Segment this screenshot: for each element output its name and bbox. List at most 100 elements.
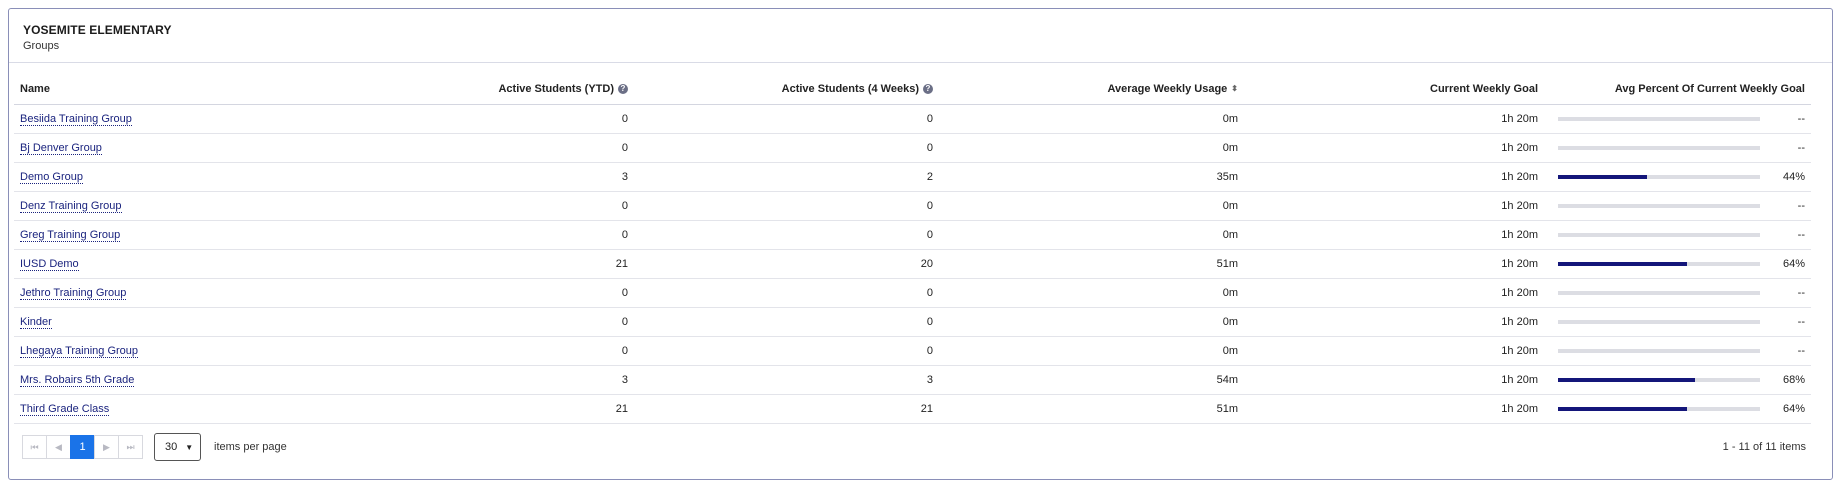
table-row: Lhegaya Training Group 0 0 0m 1h 20m -- [14,336,1811,366]
avg-pct-value: -- [1797,142,1805,154]
progress-bar-track [1558,320,1760,324]
table-row: Denz Training Group 0 0 0m 1h 20m -- [14,191,1811,221]
table-header-row: Name Active Students (YTD)? Active Stude… [14,74,1811,105]
table-row: Mrs. Robairs 5th Grade 3 3 54m 1h 20m 68% [14,365,1811,395]
progress-bar-fill [1558,378,1696,382]
group-name-link[interactable]: Demo Group [20,171,83,184]
group-name-cell: IUSD Demo [14,249,314,279]
active-4wk-cell: 2 [634,162,939,192]
avg-pct-cell: -- [1544,278,1811,308]
avg-usage-cell: 0m [939,278,1244,308]
goal-cell: 1h 20m [1244,220,1544,250]
page-1-button[interactable]: 1 [70,435,95,459]
group-name-cell: Mrs. Robairs 5th Grade [14,365,314,395]
progress-bar-track [1558,204,1760,208]
progress-bar-fill [1558,407,1688,411]
avg-pct-value: 44% [1782,171,1805,183]
col-header-avg-usage[interactable]: Average Weekly Usage ⬍ [939,74,1244,105]
group-name-cell: Besiida Training Group [14,104,314,134]
avg-usage-cell: 51m [939,394,1244,424]
pagination: ⏮ ◀ 1 ▶ ⏭ 30 ▼ items per page [22,433,287,461]
progress-bar-track [1558,233,1760,237]
col-header-active-4wk[interactable]: Active Students (4 Weeks)? [634,74,939,105]
col-header-avg-pct[interactable]: Avg Percent Of Current Weekly Goal [1544,74,1811,105]
active-ytd-cell: 0 [314,104,634,134]
table-row: Jethro Training Group 0 0 0m 1h 20m -- [14,278,1811,308]
next-page-button[interactable]: ▶ [94,435,119,459]
avg-pct-value: -- [1797,287,1805,299]
group-name-link[interactable]: Jethro Training Group [20,287,127,300]
table-row: Greg Training Group 0 0 0m 1h 20m -- [14,220,1811,250]
progress-bar-track [1558,291,1760,295]
question-circle-icon[interactable]: ? [923,84,933,94]
table-row: Besiida Training Group 0 0 0m 1h 20m -- [14,104,1811,134]
active-ytd-cell: 0 [314,278,634,308]
group-name-cell: Kinder [14,307,314,337]
active-ytd-cell: 3 [314,162,634,192]
group-name-cell: Third Grade Class [14,394,314,424]
group-name-link[interactable]: Denz Training Group [20,200,122,213]
goal-cell: 1h 20m [1244,162,1544,192]
group-name-cell: Denz Training Group [14,191,314,221]
table-row: Demo Group 3 2 35m 1h 20m 44% [14,162,1811,192]
table-row: Third Grade Class 21 21 51m 1h 20m 64% [14,394,1811,424]
first-page-button[interactable]: ⏮ [22,435,47,459]
group-name-cell: Greg Training Group [14,220,314,250]
avg-pct-value: -- [1797,316,1805,328]
active-ytd-cell: 21 [314,249,634,279]
question-circle-icon[interactable]: ? [618,84,628,94]
avg-usage-cell: 0m [939,191,1244,221]
sort-icon[interactable]: ⬍ [1231,84,1238,93]
goal-cell: 1h 20m [1244,191,1544,221]
table-row: IUSD Demo 21 20 51m 1h 20m 64% [14,249,1811,279]
avg-pct-cell: 68% [1544,365,1811,395]
goal-cell: 1h 20m [1244,307,1544,337]
active-4wk-cell: 0 [634,104,939,134]
avg-usage-cell: 35m [939,162,1244,192]
goal-cell: 1h 20m [1244,394,1544,424]
col-header-name[interactable]: Name [14,74,314,105]
avg-pct-cell: 44% [1544,162,1811,192]
group-name-cell: Bj Denver Group [14,133,314,163]
group-name-link[interactable]: Greg Training Group [20,229,121,242]
avg-pct-value: -- [1797,345,1805,357]
col-header-goal[interactable]: Current Weekly Goal [1244,74,1544,105]
progress-bar-track [1558,175,1760,179]
group-name-link[interactable]: Lhegaya Training Group [20,345,139,358]
col-header-active-ytd[interactable]: Active Students (YTD)? [314,74,634,105]
card-header: YOSEMITE ELEMENTARY Groups [9,9,1832,63]
group-name-link[interactable]: Kinder [20,316,52,329]
school-name: YOSEMITE ELEMENTARY [23,23,172,37]
active-4wk-cell: 0 [634,133,939,163]
avg-usage-cell: 0m [939,133,1244,163]
goal-cell: 1h 20m [1244,104,1544,134]
items-per-page-value: 30 [165,441,178,453]
table-body: Besiida Training Group 0 0 0m 1h 20m -- Bj Den… [14,104,1811,424]
group-name-link[interactable]: Third Grade Class [20,403,110,416]
items-per-page-label: items per page [214,441,287,453]
prev-page-button[interactable]: ◀ [46,435,71,459]
active-4wk-cell: 0 [634,278,939,308]
avg-pct-value: 64% [1782,258,1805,270]
section-subtitle: Groups [23,40,60,52]
group-name-link[interactable]: Mrs. Robairs 5th Grade [20,374,135,387]
progress-bar-fill [1558,262,1688,266]
group-name-link[interactable]: IUSD Demo [20,258,79,271]
group-name-link[interactable]: Bj Denver Group [20,142,102,155]
avg-pct-cell: -- [1544,336,1811,366]
active-4wk-cell: 20 [634,249,939,279]
avg-pct-cell: -- [1544,307,1811,337]
goal-cell: 1h 20m [1244,365,1544,395]
caret-down-icon: ▼ [185,442,194,452]
progress-bar-track [1558,378,1760,382]
group-name-cell: Demo Group [14,162,314,192]
progress-bar-track [1558,146,1760,150]
items-per-page-select[interactable]: 30 ▼ [154,433,201,461]
active-4wk-cell: 0 [634,220,939,250]
group-name-link[interactable]: Besiida Training Group [20,113,132,126]
progress-bar-fill [1558,175,1647,179]
last-page-button[interactable]: ⏭ [118,435,143,459]
progress-bar-track [1558,407,1760,411]
progress-bar-track [1558,349,1760,353]
pagination-range: 1 - 11 of 11 items [1722,441,1806,453]
